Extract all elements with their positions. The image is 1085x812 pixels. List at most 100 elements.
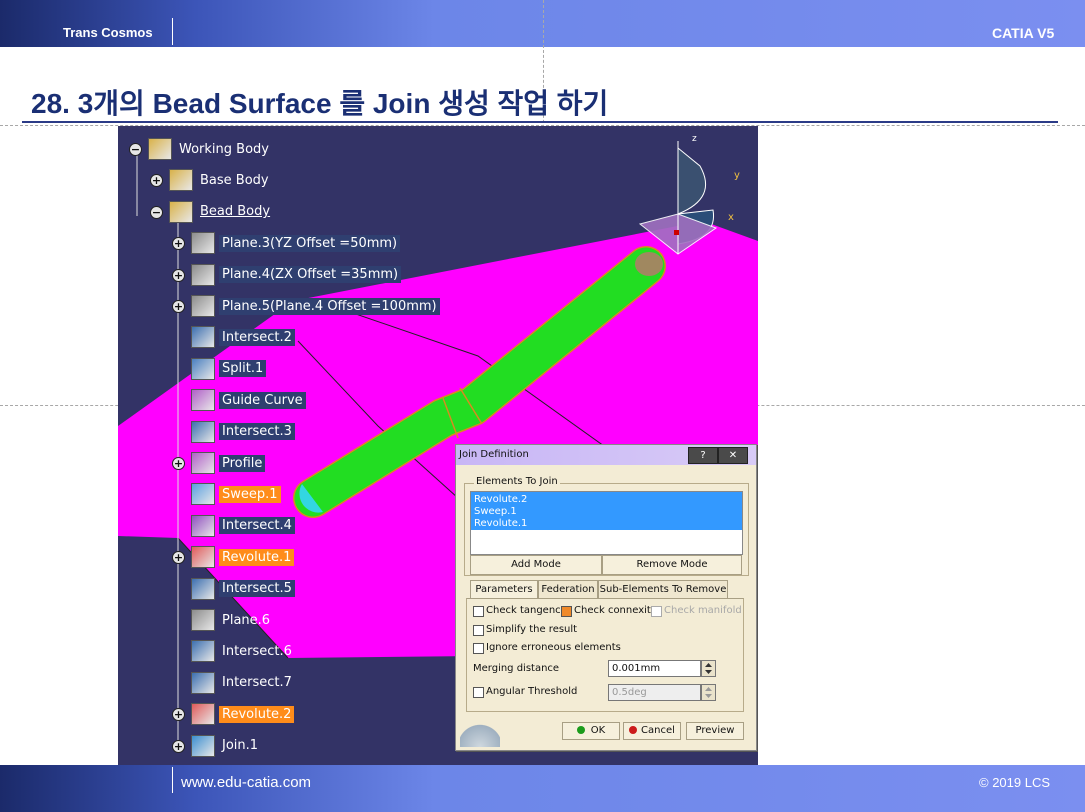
tree-node-icon: [191, 577, 215, 600]
help-button[interactable]: ?: [688, 447, 718, 464]
ignore-erroneous-label: Ignore erroneous elements: [486, 642, 621, 653]
tree-item[interactable]: Intersect.7: [191, 671, 295, 694]
tree-item[interactable]: Intersect.4: [191, 514, 295, 537]
merging-distance-input[interactable]: 0.001mm: [608, 660, 701, 677]
angular-threshold-spinner[interactable]: [701, 684, 716, 701]
cancel-button-label: Cancel: [641, 725, 675, 736]
tree-item-label: Bead Body: [200, 204, 271, 220]
collapse-icon[interactable]: −: [129, 143, 142, 156]
check-manifold-checkbox[interactable]: [651, 606, 662, 617]
expand-icon[interactable]: +: [172, 457, 185, 470]
tree-item-label: Plane.3(YZ Offset =50mm): [219, 234, 401, 252]
tree-node-icon: [148, 138, 172, 160]
tree-item[interactable]: Base Body: [169, 169, 272, 192]
tree-item[interactable]: Profile: [191, 452, 266, 474]
cancel-icon: [629, 726, 638, 734]
simplify-result-checkbox[interactable]: [473, 625, 484, 636]
tree-item[interactable]: Join.1: [191, 734, 261, 757]
compass-z-label: z: [692, 134, 697, 144]
tree-item[interactable]: Bead Body: [169, 200, 273, 223]
cancel-button[interactable]: Cancel: [623, 722, 681, 740]
elements-list[interactable]: Revolute.2 Sweep.1 Revolute.1: [470, 491, 743, 555]
header-company: Trans Cosmos: [63, 25, 153, 40]
tree-node-icon: [191, 326, 215, 349]
ignore-erroneous-checkbox[interactable]: [473, 643, 484, 654]
remove-mode-button[interactable]: Remove Mode: [602, 555, 742, 575]
angular-threshold-input[interactable]: 0.5deg: [608, 684, 701, 701]
tab-parameters[interactable]: Parameters: [470, 580, 538, 599]
check-manifold-label: Check manifold: [664, 605, 742, 616]
collapse-icon[interactable]: −: [150, 205, 163, 219]
tree-node-icon: [191, 514, 215, 537]
tree-item[interactable]: Revolute.1: [191, 546, 295, 569]
footer-website[interactable]: www.edu-catia.com: [181, 774, 311, 791]
dialog-title: Join Definition: [459, 449, 529, 460]
tree-item-label: Split.1: [219, 360, 267, 378]
tree-item[interactable]: Revolute.2: [191, 703, 295, 726]
tree-item-label: Revolute.1: [219, 548, 295, 566]
ok-button-label: OK: [590, 725, 606, 736]
tree-item[interactable]: Guide Curve: [191, 389, 306, 412]
ok-icon: [576, 726, 585, 734]
tree-item[interactable]: Working Body: [148, 138, 272, 160]
tree-item-label: Revolute.2: [219, 705, 295, 723]
spinner-arrows-icon: [705, 663, 712, 674]
tree-item[interactable]: Intersect.6: [191, 640, 295, 663]
tree-node-icon: [191, 609, 215, 631]
ok-button[interactable]: OK: [562, 722, 620, 740]
angular-threshold-checkbox[interactable]: [473, 687, 484, 698]
tree-node-icon: [191, 295, 215, 317]
list-item[interactable]: Revolute.2: [474, 494, 527, 505]
tree-item-label: Plane.6: [222, 612, 271, 628]
check-connexity-label: Check connexity: [574, 605, 657, 616]
simplify-result-label: Simplify the result: [486, 624, 578, 635]
elements-to-join-label: Elements To Join: [474, 476, 560, 487]
tree-node-icon: [169, 200, 193, 223]
tree-item[interactable]: Plane.6: [191, 609, 273, 631]
check-tangency-label: Check tangency: [486, 605, 567, 616]
angular-threshold-label: Angular Threshold: [486, 686, 578, 697]
footer-separator: [172, 767, 173, 793]
add-mode-button[interactable]: Add Mode: [470, 555, 602, 575]
catia-watermark-icon: [460, 723, 500, 747]
header-product: CATIA V5: [992, 25, 1055, 41]
tree-node-icon: [191, 671, 215, 694]
tree-item-label: Intersect.7: [222, 675, 292, 691]
title-underline: [22, 121, 1058, 123]
tree-node-icon: [191, 640, 215, 663]
expand-icon[interactable]: +: [172, 268, 185, 282]
footer-copyright: © 2019 LCS: [979, 775, 1051, 790]
check-connexity-checkbox[interactable]: [561, 606, 572, 617]
tree-item[interactable]: Split.1: [191, 357, 267, 380]
tree-item[interactable]: Plane.5(Plane.4 Offset =100mm): [191, 295, 440, 317]
tab-sub-elements-to-remove[interactable]: Sub-Elements To Remove: [598, 580, 728, 599]
page-title: 28. 3개의 Bead Surface 를 Join 생성 작업 하기: [31, 88, 609, 119]
tree-item-label: Working Body: [179, 141, 269, 157]
tree-node-icon: [191, 483, 215, 506]
merging-distance-spinner[interactable]: [701, 660, 716, 677]
list-item[interactable]: Revolute.1: [474, 518, 527, 529]
check-tangency-checkbox[interactable]: [473, 606, 484, 617]
tree-item[interactable]: Plane.3(YZ Offset =50mm): [191, 232, 401, 255]
tree-item-label: Intersect.2: [219, 328, 295, 346]
tree-item[interactable]: Sweep.1: [191, 483, 281, 506]
tree-node-icon: [191, 389, 215, 412]
list-item[interactable]: Sweep.1: [474, 506, 517, 517]
tree-item[interactable]: Intersect.5: [191, 577, 295, 600]
tree-item[interactable]: Plane.4(ZX Offset =35mm): [191, 263, 402, 286]
tree-item[interactable]: Intersect.3: [191, 420, 295, 443]
close-button[interactable]: ✕: [718, 447, 748, 464]
preview-button[interactable]: Preview: [686, 722, 744, 740]
dialog-title-bar[interactable]: Join Definition ? ✕: [456, 445, 756, 465]
tree-node-icon: [191, 734, 215, 757]
tree-item[interactable]: Intersect.2: [191, 326, 295, 349]
tree-item-label: Profile: [219, 454, 266, 472]
join-definition-dialog[interactable]: Join Definition ? ✕ Elements To Join Rev…: [455, 444, 757, 751]
footer-band: www.edu-catia.com © 2019 LCS: [0, 765, 1085, 812]
expand-icon[interactable]: +: [172, 739, 185, 753]
tree-node-icon: [191, 452, 215, 474]
tree-item-label: Plane.4(ZX Offset =35mm): [219, 266, 402, 284]
tab-federation[interactable]: Federation: [538, 580, 598, 599]
expand-icon[interactable]: +: [172, 300, 185, 313]
tree-node-icon: [191, 232, 215, 255]
